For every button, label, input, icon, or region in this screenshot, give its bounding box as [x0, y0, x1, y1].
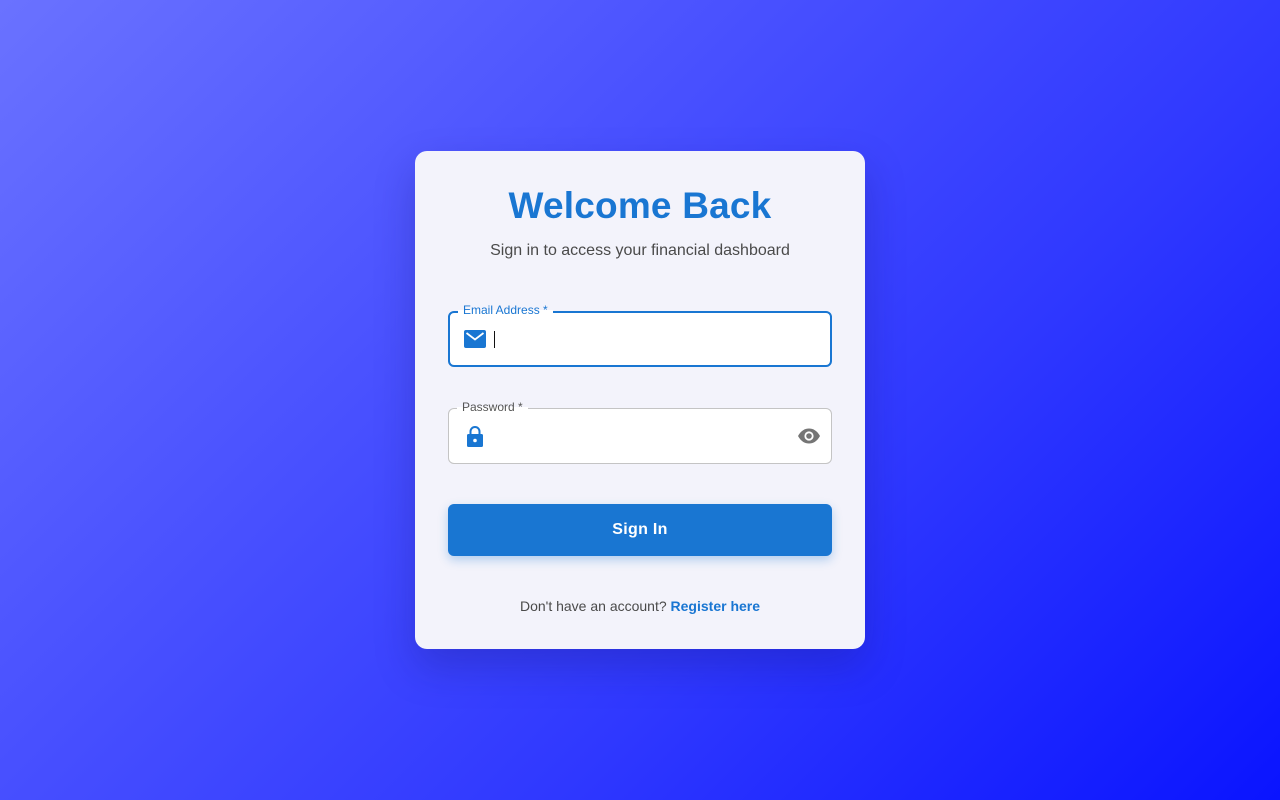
lock-icon — [464, 425, 486, 447]
password-field[interactable]: Password * — [448, 400, 832, 464]
register-link[interactable]: Register here — [671, 598, 760, 614]
email-input[interactable] — [494, 313, 782, 365]
page-subtitle: Sign in to access your financial dashboa… — [490, 242, 790, 259]
password-input[interactable] — [493, 409, 783, 463]
eye-icon[interactable] — [795, 422, 823, 450]
sign-in-button[interactable]: Sign In — [448, 504, 832, 556]
text-cursor — [494, 331, 495, 348]
page-title: Welcome Back — [508, 185, 772, 226]
register-prompt-text: Don't have an account? — [519, 598, 667, 614]
login-card: Welcome Back Sign in to access your fina… — [415, 151, 865, 649]
email-field[interactable]: Email Address * — [448, 303, 832, 367]
mail-icon — [464, 328, 486, 350]
register-prompt: Don't have an account? Register here — [415, 598, 865, 614]
